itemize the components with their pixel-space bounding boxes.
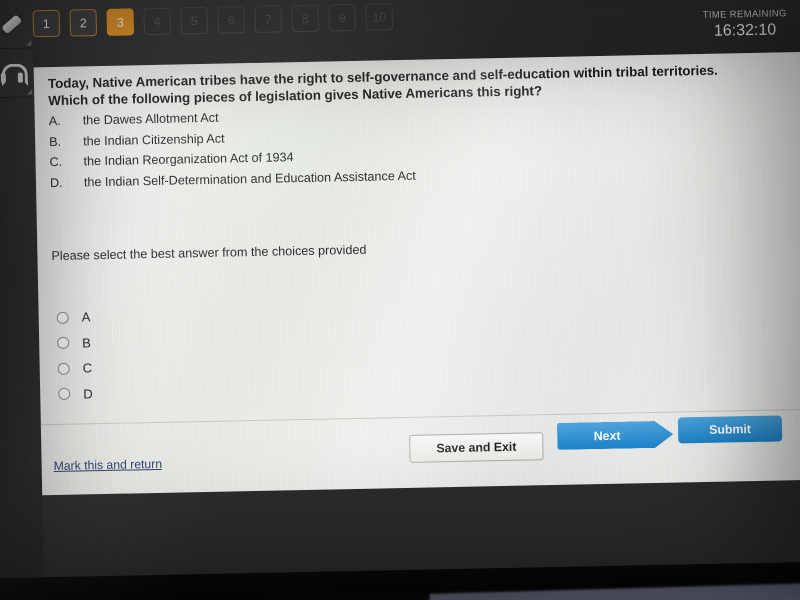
question-button-3[interactable]: 3 <box>106 8 135 36</box>
choice-letter-b: B. <box>49 134 62 149</box>
radio-label-b: B <box>82 335 92 351</box>
tool-expand-corner-icon <box>27 89 33 95</box>
question-button-5: 5 <box>180 6 209 35</box>
pencil-tool-button[interactable] <box>0 0 34 50</box>
question-button-8: 8 <box>291 4 319 33</box>
answer-option-b[interactable]: B <box>57 330 92 356</box>
radio-button-a[interactable] <box>56 311 69 324</box>
time-remaining: TIME REMAINING 16:32:10 <box>703 8 788 41</box>
radio-button-c[interactable] <box>57 362 70 375</box>
radio-button-b[interactable] <box>57 336 70 350</box>
tool-expand-corner-icon <box>26 40 32 46</box>
pencil-icon <box>0 11 24 38</box>
tablet-screen: 1 2 3 4 5 6 7 8 9 10 TIME REMAINING 16:3… <box>0 0 800 579</box>
answer-radio-group: A B C D <box>56 304 93 407</box>
question-button-2[interactable]: 2 <box>69 9 98 37</box>
radio-label-d: D <box>83 386 93 402</box>
choice-letter-c: C. <box>49 155 63 170</box>
choice-list: A. the Dawes Allotment Act B. the Indian… <box>49 97 751 193</box>
radio-label-c: C <box>82 360 93 376</box>
question-button-1[interactable]: 1 <box>32 9 61 38</box>
screenshot-root: 1 2 3 4 5 6 7 8 9 10 TIME REMAINING 16:3… <box>0 0 800 600</box>
answer-option-a[interactable]: A <box>56 304 91 330</box>
choice-letter-d: D. <box>49 175 63 190</box>
submit-button[interactable]: Submit <box>677 415 783 444</box>
choice-letter-a: A. <box>48 113 61 129</box>
headphones-icon <box>0 61 29 87</box>
question-card: Today, Native American tribes have the r… <box>33 51 800 496</box>
answer-option-d[interactable]: D <box>58 381 93 407</box>
question-button-10: 10 <box>365 3 393 31</box>
radio-label-a: A <box>81 309 91 325</box>
answer-option-c[interactable]: C <box>57 355 92 381</box>
question-button-7: 7 <box>254 5 283 33</box>
selection-instruction: Please select the best answer from the c… <box>51 242 367 264</box>
question-button-6: 6 <box>217 6 246 34</box>
headphones-tool-button[interactable] <box>0 48 35 99</box>
next-button[interactable]: Next <box>557 421 674 450</box>
time-remaining-label: TIME REMAINING <box>702 8 787 21</box>
question-button-4: 4 <box>143 7 172 36</box>
mark-this-and-return-link[interactable]: Mark this and return <box>54 457 163 473</box>
radio-button-d[interactable] <box>58 387 71 401</box>
question-button-9: 9 <box>328 3 356 32</box>
time-remaining-value: 16:32:10 <box>713 21 777 40</box>
question-navigator: 1 2 3 4 5 6 7 8 9 10 <box>32 3 393 38</box>
save-and-exit-button[interactable]: Save and Exit <box>409 432 544 463</box>
